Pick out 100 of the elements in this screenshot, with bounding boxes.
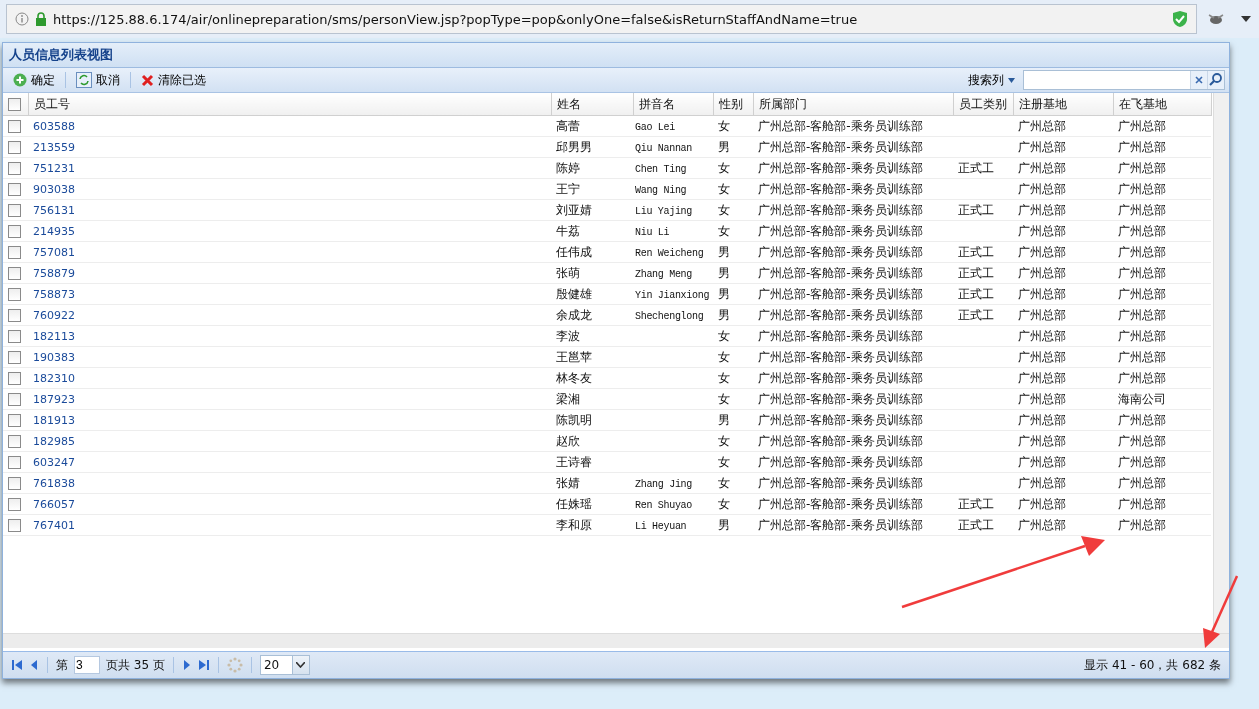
staff-type-cell: 正式工 <box>958 517 994 532</box>
row-checkbox[interactable] <box>8 330 21 343</box>
registered-base-cell: 广州总部 <box>1018 307 1066 322</box>
staff-id-link[interactable]: 214935 <box>33 225 75 238</box>
registered-base-cell: 广州总部 <box>1018 349 1066 364</box>
row-checkbox[interactable] <box>8 372 21 385</box>
staff-id-link[interactable]: 751231 <box>33 162 75 175</box>
staff-id-link[interactable]: 190383 <box>33 351 75 364</box>
address-bar[interactable]: https://125.88.6.174/air/onlinepreparation/sms/personView.jsp?popType=pop&onlyOne=false&isReturnStaffAndName=true <box>6 4 1197 34</box>
next-page-icon[interactable] <box>181 659 192 671</box>
row-checkbox[interactable] <box>8 288 21 301</box>
first-page-icon[interactable] <box>11 659 23 671</box>
row-checkbox[interactable] <box>8 393 21 406</box>
row-checkbox[interactable] <box>8 351 21 364</box>
staff-id-link[interactable]: 758879 <box>33 267 75 280</box>
name-cell: 殷健雄 <box>556 286 592 301</box>
staff-id-link[interactable]: 181913 <box>33 414 75 427</box>
row-checkbox[interactable] <box>8 498 21 511</box>
staff-id-link[interactable]: 213559 <box>33 141 75 154</box>
name-cell: 邱男男 <box>556 139 592 154</box>
department-cell: 广州总部-客舱部-乘务员训练部 <box>758 265 923 280</box>
staff-id-link[interactable]: 756131 <box>33 204 75 217</box>
pinyin-cell: Shechenglong <box>635 311 704 322</box>
staff-id-link[interactable]: 182985 <box>33 435 75 448</box>
department-cell: 广州总部-客舱部-乘务员训练部 <box>758 496 923 511</box>
row-checkbox[interactable] <box>8 435 21 448</box>
staff-id-link[interactable]: 182310 <box>33 372 75 385</box>
registered-base-cell: 广州总部 <box>1018 202 1066 217</box>
search-field[interactable] <box>1023 70 1225 90</box>
department-header[interactable]: 所属部门 <box>753 93 953 116</box>
gender-cell: 女 <box>718 349 730 364</box>
name-cell: 陈婷 <box>556 160 580 175</box>
name-cell: 梁湘 <box>556 391 580 406</box>
staff-id-link[interactable]: 603247 <box>33 456 75 469</box>
flight-base-cell: 广州总部 <box>1118 349 1166 364</box>
name-header[interactable]: 姓名 <box>551 93 633 116</box>
gender-header[interactable]: 性别 <box>713 93 753 116</box>
pinyin-header[interactable]: 拼音名 <box>633 93 713 116</box>
toolbar-button[interactable]: 清除已选 <box>137 70 210 90</box>
staff-type-header[interactable]: 员工类别 <box>953 93 1013 116</box>
row-checkbox[interactable] <box>8 120 21 133</box>
previous-page-icon[interactable] <box>29 659 39 671</box>
flight-base-cell: 广州总部 <box>1118 244 1166 259</box>
flight-base-cell: 广州总部 <box>1118 412 1166 427</box>
gender-cell: 女 <box>718 118 730 133</box>
staff-id-link[interactable]: 903038 <box>33 183 75 196</box>
staff-id-link[interactable]: 766057 <box>33 498 75 511</box>
toolbar-button[interactable]: 确定 <box>9 70 59 90</box>
last-page-icon[interactable] <box>197 659 210 671</box>
department-cell: 广州总部-客舱部-乘务员训练部 <box>758 349 923 364</box>
panel-title: 人员信息列表视图 <box>9 46 113 64</box>
row-checkbox[interactable] <box>8 267 21 280</box>
staff-id-link[interactable]: 761838 <box>33 477 75 490</box>
staff-id-link[interactable]: 757081 <box>33 246 75 259</box>
staff-type-cell: 正式工 <box>958 202 994 217</box>
department-cell: 广州总部-客舱部-乘务员训练部 <box>758 202 923 217</box>
name-cell: 张萌 <box>556 265 580 280</box>
row-checkbox[interactable] <box>8 477 21 490</box>
row-checkbox[interactable] <box>8 309 21 322</box>
row-checkbox[interactable] <box>8 456 21 469</box>
registered-base-cell: 广州总部 <box>1018 370 1066 385</box>
caret-icon <box>1008 77 1015 83</box>
select-all-checkbox[interactable] <box>8 98 21 111</box>
department-cell: 广州总部-客舱部-乘务员训练部 <box>758 454 923 469</box>
staff-id-link[interactable]: 603588 <box>33 120 75 133</box>
row-checkbox[interactable] <box>8 183 21 196</box>
row-checkbox[interactable] <box>8 225 21 238</box>
pinyin-cell: Ren Weicheng <box>635 248 704 259</box>
flight-base-cell: 广州总部 <box>1118 223 1166 238</box>
dropdown-icon[interactable] <box>1241 16 1251 22</box>
row-checkbox[interactable] <box>8 414 21 427</box>
page-size-select[interactable]: 20 <box>259 655 310 675</box>
refresh-icon <box>76 72 92 88</box>
department-cell: 广州总部-客舱部-乘务员训练部 <box>758 412 923 427</box>
search-icon[interactable] <box>1207 71 1224 89</box>
gender-cell: 女 <box>718 328 730 343</box>
page-number-field[interactable]: 3 <box>74 656 100 674</box>
gender-cell: 女 <box>718 496 730 511</box>
registered-base-header[interactable]: 注册基地 <box>1013 93 1113 116</box>
page-total: 页共 35 页 <box>106 656 165 674</box>
staff-id-link[interactable]: 182113 <box>33 330 75 343</box>
staff-id-link[interactable]: 760922 <box>33 309 75 322</box>
clear-icon[interactable] <box>1190 71 1207 89</box>
registered-base-cell: 广州总部 <box>1018 244 1066 259</box>
search-column-dropdown[interactable]: 搜索列 <box>964 70 1019 90</box>
toolbar-button[interactable]: 取消 <box>72 70 124 90</box>
row-checkbox[interactable] <box>8 246 21 259</box>
row-checkbox[interactable] <box>8 204 21 217</box>
row-checkbox[interactable] <box>8 519 21 532</box>
row-checkbox[interactable] <box>8 162 21 175</box>
staff-id-link[interactable]: 758873 <box>33 288 75 301</box>
staff-id-link[interactable]: 187923 <box>33 393 75 406</box>
department-cell: 广州总部-客舱部-乘务员训练部 <box>758 160 923 175</box>
row-checkbox[interactable] <box>8 141 21 154</box>
department-cell: 广州总部-客舱部-乘务员训练部 <box>758 223 923 238</box>
flight-base-header[interactable]: 在飞基地 <box>1113 93 1211 116</box>
registered-base-cell: 广州总部 <box>1018 328 1066 343</box>
staff-id-header[interactable]: 员工号 <box>28 93 551 116</box>
department-cell: 广州总部-客舱部-乘务员训练部 <box>758 433 923 448</box>
staff-id-link[interactable]: 767401 <box>33 519 75 532</box>
